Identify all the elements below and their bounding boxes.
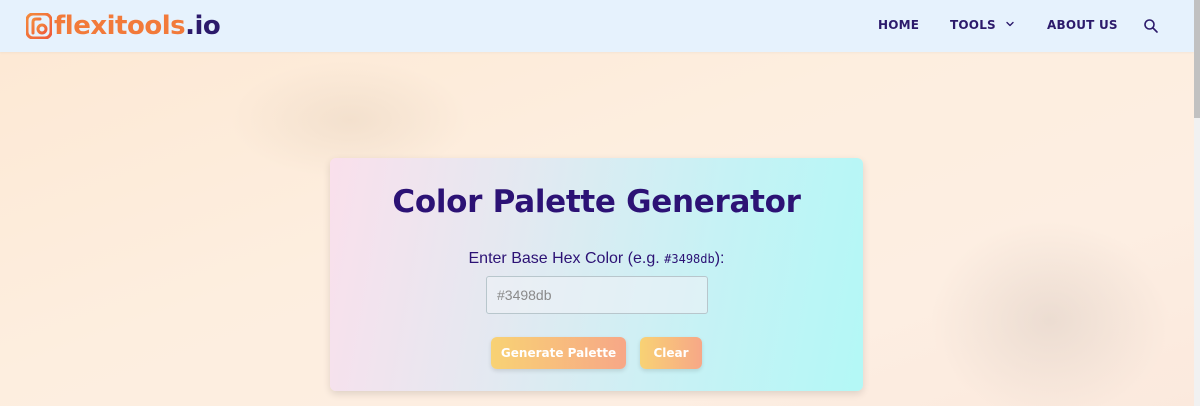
search-icon[interactable] <box>1143 18 1159 34</box>
palette-generator-card: Color Palette Generator Enter Base Hex C… <box>330 158 863 391</box>
nav-tools-label: TOOLS <box>950 18 996 32</box>
nav-tools[interactable]: TOOLS <box>950 18 1014 32</box>
logo-text: flexitools.io <box>54 11 221 41</box>
label-prefix: Enter Base Hex Color (e.g. <box>468 250 665 267</box>
chevron-down-icon <box>1006 21 1014 26</box>
logo-tld: .io <box>185 11 221 41</box>
hex-color-input[interactable] <box>486 276 708 314</box>
logo-name: flexitools <box>54 11 186 41</box>
site-header: flexitools.io HOME TOOLS ABOUT US <box>0 0 1194 52</box>
background-blob <box>930 220 1170 406</box>
site-logo[interactable]: flexitools.io <box>26 11 221 41</box>
clear-button[interactable]: Clear <box>640 337 702 369</box>
page-scrollbar[interactable] <box>1194 0 1200 406</box>
nav-about-us[interactable]: ABOUT US <box>1047 18 1118 32</box>
page-title: Color Palette Generator <box>392 184 801 220</box>
generate-palette-button[interactable]: Generate Palette <box>491 337 626 369</box>
logo-icon <box>26 13 52 39</box>
label-example: #3498db <box>664 252 715 266</box>
scrollbar-thumb[interactable] <box>1194 0 1200 118</box>
nav-home[interactable]: HOME <box>878 18 919 32</box>
hex-input-label: Enter Base Hex Color (e.g. #3498db): <box>330 250 863 268</box>
label-suffix: ): <box>714 250 725 267</box>
